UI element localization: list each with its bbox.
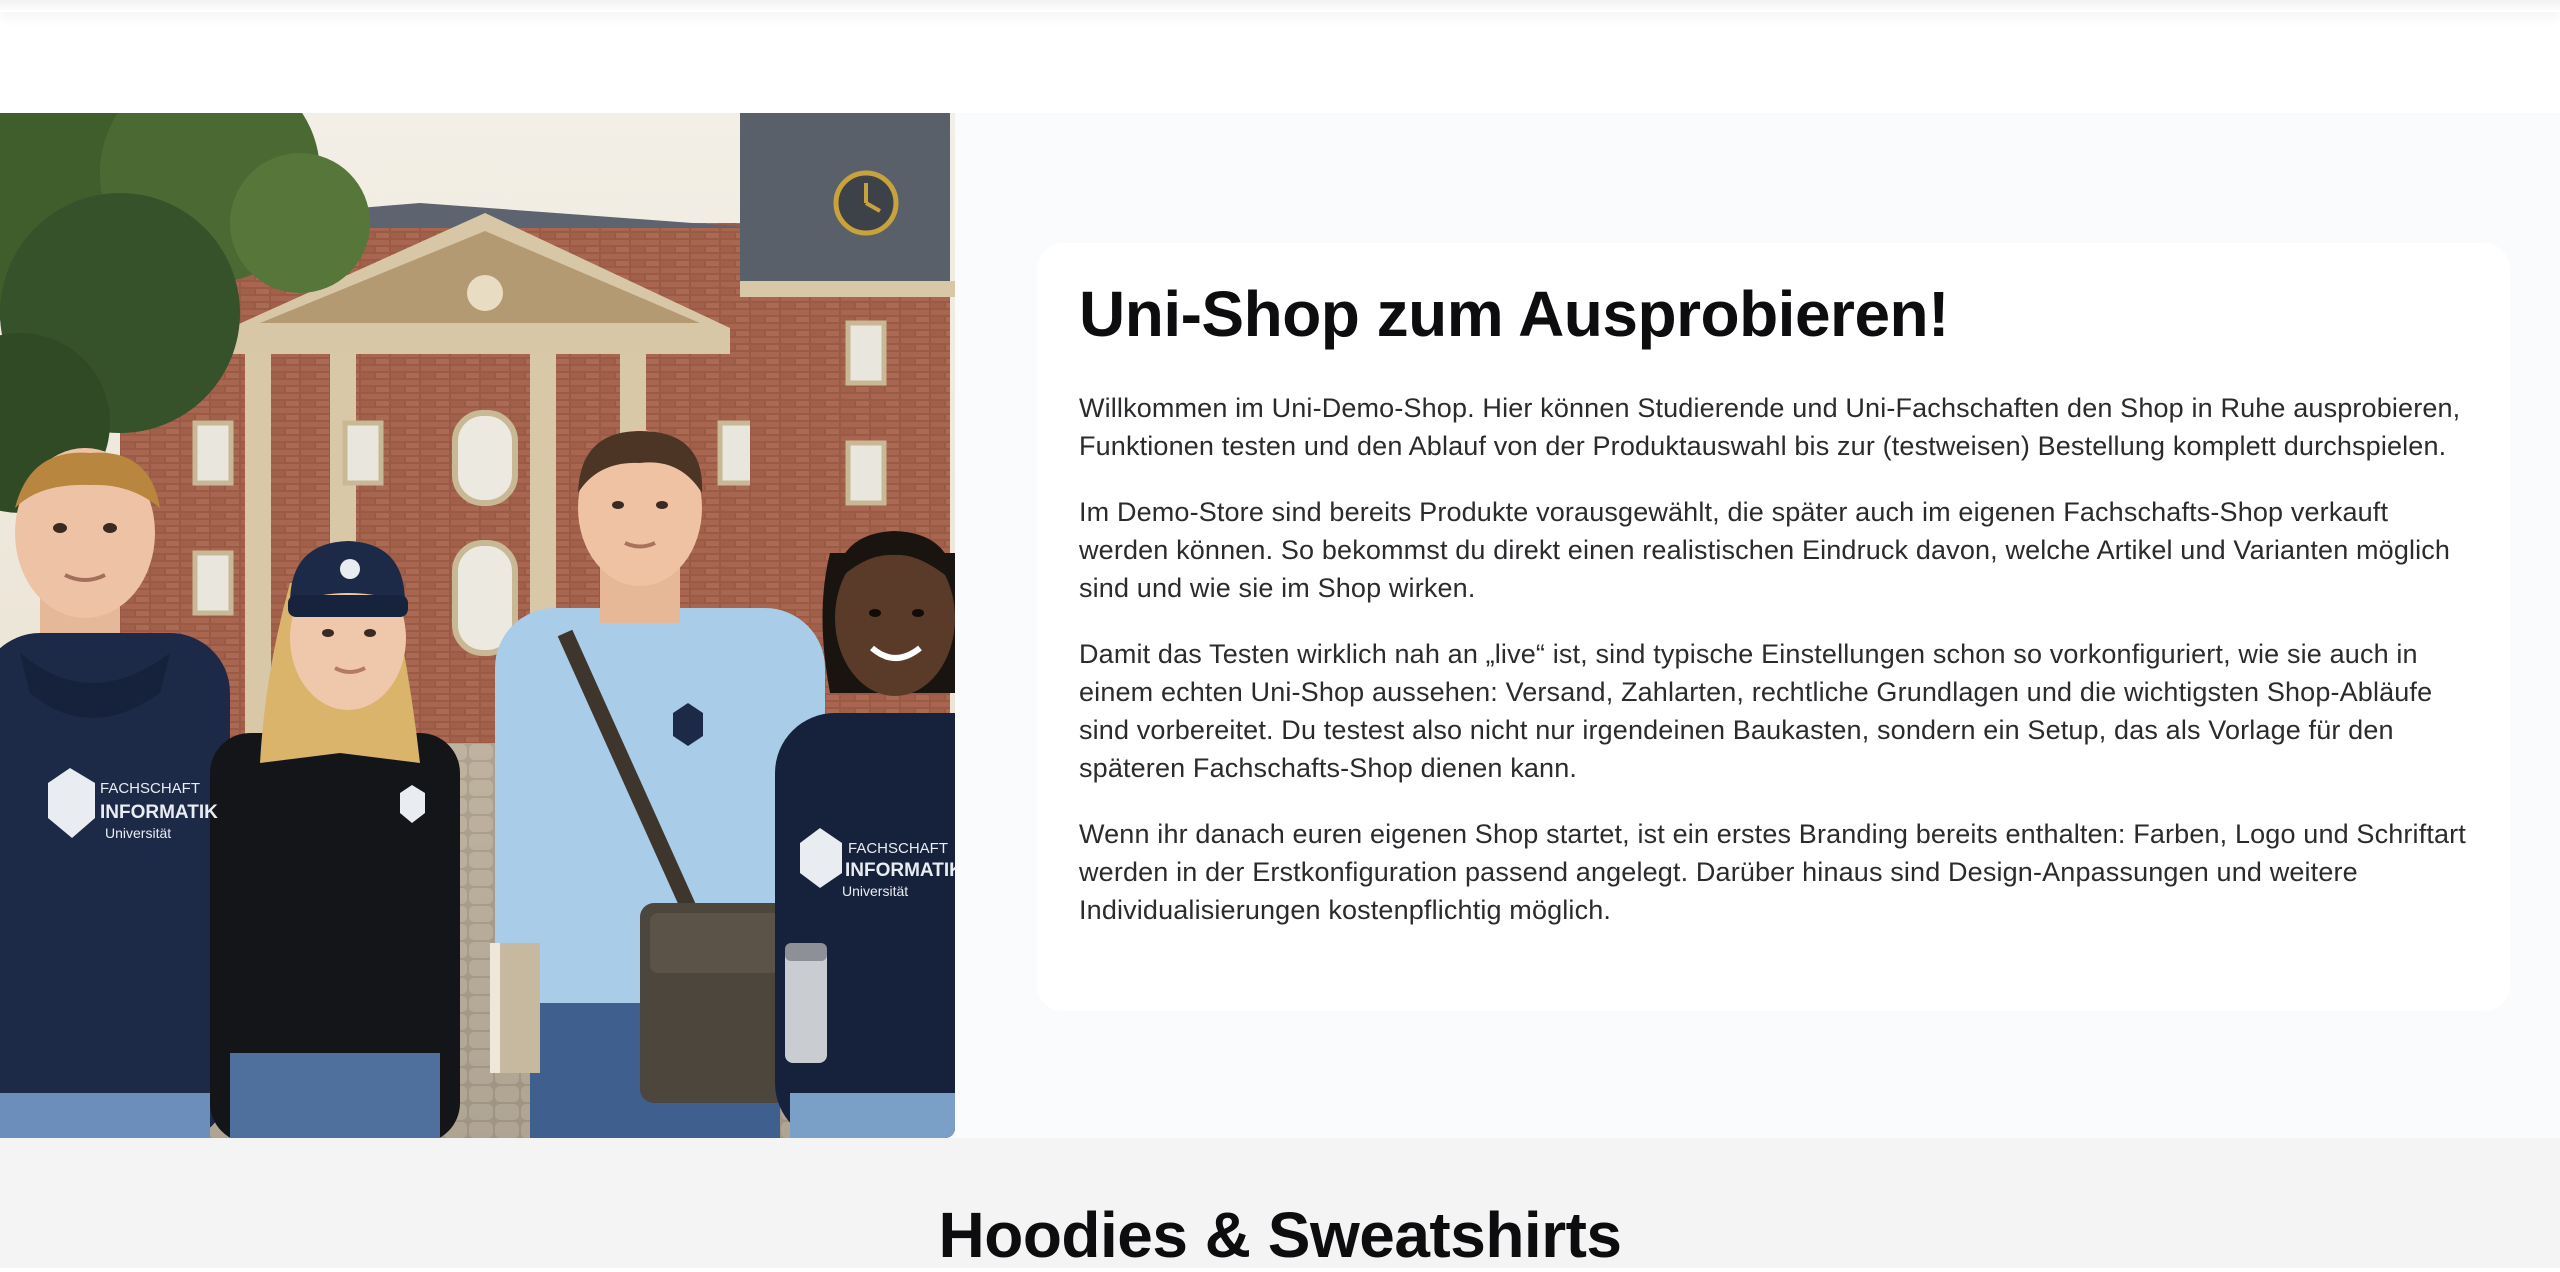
intro-card: Uni-Shop zum Ausprobieren! Willkommen im… <box>1037 243 2510 1011</box>
merch-print-line3: Universität <box>105 825 171 841</box>
merch-print-right-line2: INFORMATIK <box>845 860 955 881</box>
intro-paragraph-1: Willkommen im Uni-Demo-Shop. Hier können… <box>1079 392 2461 461</box>
merch-print-right-line3: Universität <box>842 883 908 899</box>
hero-section: FACHSCHAFT INFORMATIK Universität FACHSC… <box>0 113 2560 1138</box>
merch-print-line2: INFORMATIK <box>100 802 218 823</box>
hero-image: FACHSCHAFT INFORMATIK Universität FACHSC… <box>0 113 955 1138</box>
intro-paragraph-3: Damit das Testen wirklich nah an „live“ … <box>1079 638 2433 783</box>
category-section: Hoodies & Sweatshirts <box>0 1138 2560 1271</box>
intro-paragraph-2: Im Demo-Store sind bereits Produkte vora… <box>1079 496 2451 603</box>
merch-print-line1: FACHSCHAFT <box>100 780 200 797</box>
header-shadow-bar <box>0 0 2560 12</box>
merch-print-right-line1: FACHSCHAFT <box>848 840 948 857</box>
intro-paragraph-4: Wenn ihr danach euren eigenen Shop start… <box>1079 818 2466 925</box>
category-heading: Hoodies & Sweatshirts <box>938 1199 1623 1271</box>
intro-title: Uni-Shop zum Ausprobieren! <box>1079 278 1949 350</box>
